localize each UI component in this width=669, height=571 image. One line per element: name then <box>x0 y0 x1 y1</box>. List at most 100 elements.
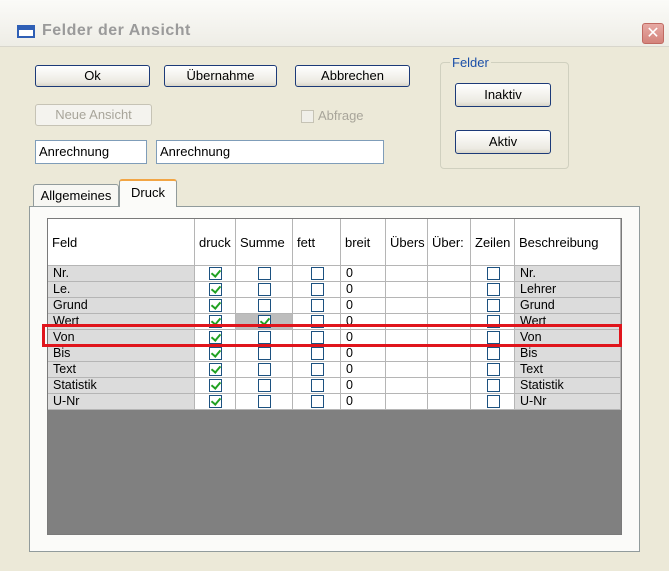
cell-druck[interactable] <box>195 378 236 394</box>
cell-summe[interactable] <box>236 394 293 410</box>
column-header-feld[interactable]: Feld <box>48 219 195 266</box>
cell-breit[interactable]: 0 <box>341 282 386 298</box>
cell-druck[interactable] <box>195 282 236 298</box>
druck-checkbox[interactable] <box>209 379 222 392</box>
cell-fett[interactable] <box>293 282 341 298</box>
column-header-fett[interactable]: fett <box>293 219 341 266</box>
cell-summe[interactable] <box>236 298 293 314</box>
cell-beschreibung[interactable]: U-Nr <box>515 394 621 410</box>
short-name-field[interactable]: Anrechnung <box>35 140 147 164</box>
druck-checkbox[interactable] <box>209 363 222 376</box>
cell-empty[interactable] <box>428 346 471 362</box>
column-header-zeilen[interactable]: Zeilen <box>471 219 515 266</box>
cell-fett[interactable] <box>293 346 341 362</box>
cell-empty[interactable] <box>428 362 471 378</box>
cell-zeilen[interactable] <box>471 378 515 394</box>
cell-empty[interactable] <box>386 266 428 282</box>
cell-breit[interactable]: 0 <box>341 394 386 410</box>
cell-breit[interactable]: 0 <box>341 298 386 314</box>
fett-checkbox[interactable] <box>311 379 324 392</box>
table-row[interactable]: U-Nr 0 U-Nr <box>48 394 621 410</box>
tab-allgemeines[interactable]: Allgemeines <box>33 184 119 206</box>
cell-druck[interactable] <box>195 266 236 282</box>
cell-summe[interactable] <box>236 282 293 298</box>
druck-checkbox[interactable] <box>209 395 222 408</box>
cell-fett[interactable] <box>293 394 341 410</box>
ok-button[interactable]: Ok <box>35 65 150 87</box>
title-bar[interactable]: Felder der Ansicht ✕ <box>0 0 669 47</box>
table-row[interactable]: Grund 0 Grund <box>48 298 621 314</box>
summe-checkbox[interactable] <box>258 363 271 376</box>
tab-druck[interactable]: Druck <box>119 179 177 207</box>
fett-checkbox[interactable] <box>311 395 324 408</box>
druck-checkbox[interactable] <box>209 283 222 296</box>
cell-feld[interactable]: Le. <box>48 282 195 298</box>
cell-zeilen[interactable] <box>471 298 515 314</box>
cell-druck[interactable] <box>195 362 236 378</box>
long-name-field[interactable]: Anrechnung <box>156 140 384 164</box>
cell-feld[interactable]: Text <box>48 362 195 378</box>
abbrechen-button[interactable]: Abbrechen <box>295 65 410 87</box>
cell-feld[interactable]: Bis <box>48 346 195 362</box>
fett-checkbox[interactable] <box>311 267 324 280</box>
column-header-uebers[interactable]: Übers <box>386 219 428 266</box>
column-header-druck[interactable]: druck <box>195 219 236 266</box>
cell-empty[interactable] <box>386 394 428 410</box>
cell-empty[interactable] <box>386 298 428 314</box>
cell-zeilen[interactable] <box>471 362 515 378</box>
cell-summe[interactable] <box>236 266 293 282</box>
summe-checkbox[interactable] <box>258 267 271 280</box>
summe-checkbox[interactable] <box>258 347 271 360</box>
abfrage-checkbox[interactable] <box>301 110 314 123</box>
table-row[interactable]: Text 0 Text <box>48 362 621 378</box>
cell-empty[interactable] <box>428 378 471 394</box>
column-header-ueber[interactable]: Über: <box>428 219 471 266</box>
zeilen-checkbox[interactable] <box>487 363 500 376</box>
aktiv-button[interactable]: Aktiv <box>455 130 551 154</box>
cell-breit[interactable]: 0 <box>341 266 386 282</box>
cell-fett[interactable] <box>293 298 341 314</box>
summe-checkbox[interactable] <box>258 379 271 392</box>
cell-empty[interactable] <box>428 394 471 410</box>
cell-summe[interactable] <box>236 378 293 394</box>
zeilen-checkbox[interactable] <box>487 379 500 392</box>
zeilen-checkbox[interactable] <box>487 267 500 280</box>
cell-beschreibung[interactable]: Statistik <box>515 378 621 394</box>
cell-empty[interactable] <box>386 378 428 394</box>
cell-summe[interactable] <box>236 346 293 362</box>
zeilen-checkbox[interactable] <box>487 283 500 296</box>
cell-empty[interactable] <box>428 298 471 314</box>
druck-checkbox[interactable] <box>209 299 222 312</box>
cell-zeilen[interactable] <box>471 282 515 298</box>
column-header-summe[interactable]: Summe <box>236 219 293 266</box>
zeilen-checkbox[interactable] <box>487 395 500 408</box>
cell-feld[interactable]: Nr. <box>48 266 195 282</box>
column-header-breit[interactable]: breit <box>341 219 386 266</box>
cell-feld[interactable]: Grund <box>48 298 195 314</box>
cell-druck[interactable] <box>195 346 236 362</box>
cell-druck[interactable] <box>195 298 236 314</box>
cell-empty[interactable] <box>428 282 471 298</box>
cell-zeilen[interactable] <box>471 266 515 282</box>
druck-checkbox[interactable] <box>209 347 222 360</box>
table-row[interactable]: Statistik 0 Statistik <box>48 378 621 394</box>
column-header-beschreibung[interactable]: Beschreibung <box>515 219 621 266</box>
cell-zeilen[interactable] <box>471 346 515 362</box>
cell-fett[interactable] <box>293 378 341 394</box>
cell-empty[interactable] <box>386 362 428 378</box>
table-row[interactable]: Le. 0 Lehrer <box>48 282 621 298</box>
fett-checkbox[interactable] <box>311 283 324 296</box>
cell-feld[interactable]: Statistik <box>48 378 195 394</box>
table-row[interactable]: Bis 0 Bis <box>48 346 621 362</box>
cell-beschreibung[interactable]: Grund <box>515 298 621 314</box>
cell-breit[interactable]: 0 <box>341 346 386 362</box>
fett-checkbox[interactable] <box>311 363 324 376</box>
cell-beschreibung[interactable]: Nr. <box>515 266 621 282</box>
cell-breit[interactable]: 0 <box>341 362 386 378</box>
cell-breit[interactable]: 0 <box>341 378 386 394</box>
inaktiv-button[interactable]: Inaktiv <box>455 83 551 107</box>
cell-beschreibung[interactable]: Text <box>515 362 621 378</box>
zeilen-checkbox[interactable] <box>487 299 500 312</box>
fett-checkbox[interactable] <box>311 347 324 360</box>
cell-beschreibung[interactable]: Bis <box>515 346 621 362</box>
